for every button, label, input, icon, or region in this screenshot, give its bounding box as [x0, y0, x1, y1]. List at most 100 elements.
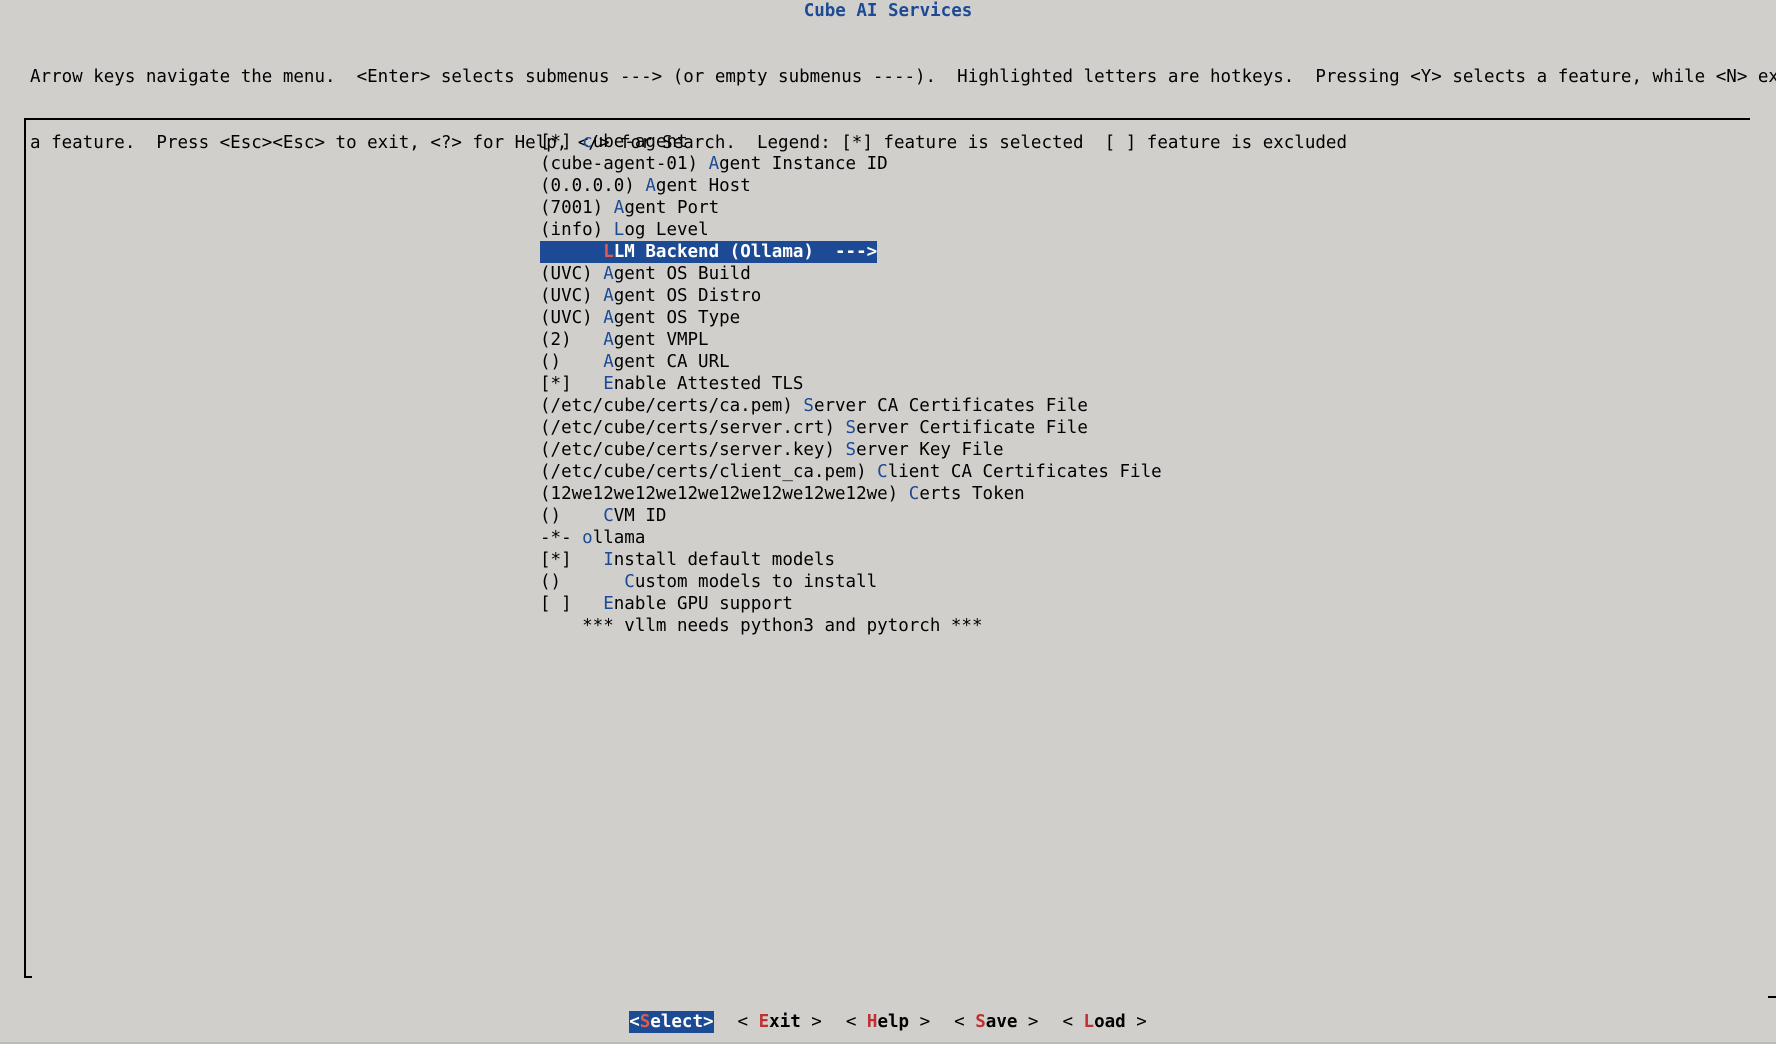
- menu-item[interactable]: (UVC) Agent OS Distro: [540, 285, 761, 307]
- menu-item-label: gent Host: [655, 176, 751, 196]
- menu-item-value: (2): [540, 330, 604, 350]
- menu-item-selected[interactable]: LLM Backend (Ollama) --->: [540, 241, 878, 263]
- menu-item-hotkey: A: [603, 308, 614, 328]
- menu-item[interactable]: (cube-agent-01) Agent Instance ID: [540, 153, 888, 175]
- menu-item[interactable]: [*] Install default models: [540, 549, 835, 571]
- menu-item-label: nstall default models: [613, 550, 836, 570]
- menu-item-row: LLM Backend (Ollama) --->: [540, 241, 1162, 263]
- menu-item[interactable]: (UVC) Agent OS Build: [540, 263, 751, 285]
- menu-item-row: (info) Log Level: [540, 219, 1162, 241]
- menu-item-row: (UVC) Agent OS Type: [540, 307, 1162, 329]
- menu-item-row: (0.0.0.0) Agent Host: [540, 175, 1162, 197]
- menu-item-hotkey: I: [603, 550, 614, 570]
- help-line: Arrow keys navigate the menu. <Enter> se…: [30, 67, 1776, 87]
- save-button[interactable]: < Save >: [954, 1011, 1038, 1033]
- frame-tick: [24, 976, 32, 978]
- button-bracket-left: <: [737, 1012, 759, 1032]
- menu-item[interactable]: (info) Log Level: [540, 219, 709, 241]
- menu-item-hotkey: o: [582, 528, 593, 548]
- menu-item-value: (/etc/cube/certs/ca.pem): [540, 396, 804, 416]
- menu-item-row: (/etc/cube/certs/server.key) Server Key …: [540, 439, 1162, 461]
- menu-item-row: (cube-agent-01) Agent Instance ID: [540, 153, 1162, 175]
- menu-item-row: [*] cube-agent: [540, 131, 1162, 153]
- menu-item-hotkey: C: [908, 484, 920, 504]
- menu-item-label: erver Certificate File: [856, 418, 1088, 438]
- button-bar: <Select> < Exit > < Help > < Save > < Load >: [0, 1011, 1776, 1033]
- menu-item-value: (/etc/cube/certs/server.key): [540, 440, 846, 460]
- menu-item-label: erver CA Certificates File: [813, 396, 1088, 416]
- menu-item: *** vllm needs python3 and pytorch ***: [540, 615, 982, 637]
- exit-button[interactable]: < Exit >: [738, 1011, 822, 1033]
- menu-item[interactable]: () Agent CA URL: [540, 351, 730, 373]
- menu-item[interactable]: (/etc/cube/certs/client_ca.pem) Client C…: [540, 461, 1162, 483]
- menu-item-hotkey: A: [603, 264, 614, 284]
- button-bracket-left: <: [629, 1012, 640, 1032]
- menu-item-label: LM Backend (Ollama) --->: [613, 242, 878, 262]
- menu-item-value: (7001): [540, 198, 614, 218]
- menu-item[interactable]: () Custom models to install: [540, 571, 877, 593]
- menu-item-value: [*]: [540, 550, 604, 570]
- button-bracket-left: <: [1062, 1012, 1084, 1032]
- menu-item-hotkey: A: [603, 352, 614, 372]
- menu-item-row: (12we12we12we12we12we12we12we12we) Certs…: [540, 483, 1162, 505]
- load-button[interactable]: < Load >: [1062, 1011, 1146, 1033]
- menu-item[interactable]: (/etc/cube/certs/server.crt) Server Cert…: [540, 417, 1088, 439]
- menu-item-value: (): [540, 572, 625, 592]
- menu-item-label: gent Instance ID: [719, 154, 888, 174]
- button-label: elect: [650, 1012, 703, 1032]
- menu-item-hotkey: A: [603, 330, 614, 350]
- menu-item[interactable]: (2) Agent VMPL: [540, 329, 709, 351]
- menu-item[interactable]: -*- ollama: [540, 527, 645, 549]
- menu-item-value: (/etc/cube/certs/server.crt): [540, 418, 846, 438]
- menu-item-label: erts Token: [919, 484, 1025, 504]
- menu-item-row: () CVM ID: [540, 505, 1162, 527]
- menu-item-hotkey: S: [845, 418, 857, 438]
- button-label: xit: [769, 1012, 801, 1032]
- button-bracket-left: <: [954, 1012, 976, 1032]
- button-bracket-right: >: [909, 1012, 931, 1032]
- menu-item-row: *** vllm needs python3 and pytorch ***: [540, 615, 1162, 637]
- screen-edge-tick: [1768, 996, 1776, 998]
- menu-item[interactable]: (0.0.0.0) Agent Host: [540, 175, 751, 197]
- button-bracket-right: >: [1017, 1012, 1039, 1032]
- button-label: ave: [985, 1012, 1018, 1032]
- menu-item-row: (7001) Agent Port: [540, 197, 1162, 219]
- menu-item-hotkey: c: [582, 132, 593, 152]
- menu-item-row: () Custom models to install: [540, 571, 1162, 593]
- select-button[interactable]: <Select>: [629, 1011, 714, 1033]
- menu-item-row: (/etc/cube/certs/client_ca.pem) Client C…: [540, 461, 1162, 483]
- menu-item-label: gent Port: [624, 198, 720, 218]
- menu-item-label: ube-agent: [592, 132, 688, 152]
- menu-item-hotkey: E: [603, 374, 614, 394]
- menu-list: [*] cube-agent (cube-agent-01) Agent Inst…: [540, 131, 1162, 637]
- menu-item-hotkey: C: [877, 462, 888, 482]
- menu-item[interactable]: (UVC) Agent OS Type: [540, 307, 740, 329]
- button-bracket-right: >: [1125, 1012, 1147, 1032]
- menu-item-value: (): [540, 352, 604, 372]
- menu-item-value: (/etc/cube/certs/client_ca.pem): [540, 462, 878, 482]
- help-button[interactable]: < Help >: [846, 1011, 930, 1033]
- menu-item-label: gent OS Distro: [613, 286, 762, 306]
- menu-item[interactable]: (12we12we12we12we12we12we12we12we) Certs…: [540, 483, 1025, 505]
- menu-item-row: -*- ollama: [540, 527, 1162, 549]
- menu-item-label: nable Attested TLS: [613, 374, 804, 394]
- menu-item[interactable]: (7001) Agent Port: [540, 197, 719, 219]
- menu-item-label: gent OS Type: [613, 308, 741, 328]
- button-label: elp: [877, 1012, 910, 1032]
- menu-item[interactable]: [ ] Enable GPU support: [540, 593, 793, 615]
- menu-item-value: (cube-agent-01): [540, 154, 709, 174]
- menu-item[interactable]: () CVM ID: [540, 505, 666, 527]
- menu-item-label: og Level: [624, 220, 709, 240]
- menu-item-value: (info): [540, 220, 614, 240]
- menu-item[interactable]: (/etc/cube/certs/ca.pem) Server CA Certi…: [540, 395, 1088, 417]
- menu-item-hotkey: A: [613, 198, 625, 218]
- menu-item-hotkey: S: [803, 396, 814, 416]
- menu-item[interactable]: [*] cube-agent: [540, 131, 688, 153]
- menu-item[interactable]: [*] Enable Attested TLS: [540, 373, 803, 395]
- window-title: Cube AI Services: [803, 1, 973, 21]
- menu-item-value: (12we12we12we12we12we12we12we12we): [540, 484, 909, 504]
- menu-item[interactable]: (/etc/cube/certs/server.key) Server Key …: [540, 439, 1004, 461]
- button-bracket-right: >: [800, 1012, 822, 1032]
- menu-item-label: gent VMPL: [613, 330, 709, 350]
- menu-item-row: (/etc/cube/certs/server.crt) Server Cert…: [540, 417, 1162, 439]
